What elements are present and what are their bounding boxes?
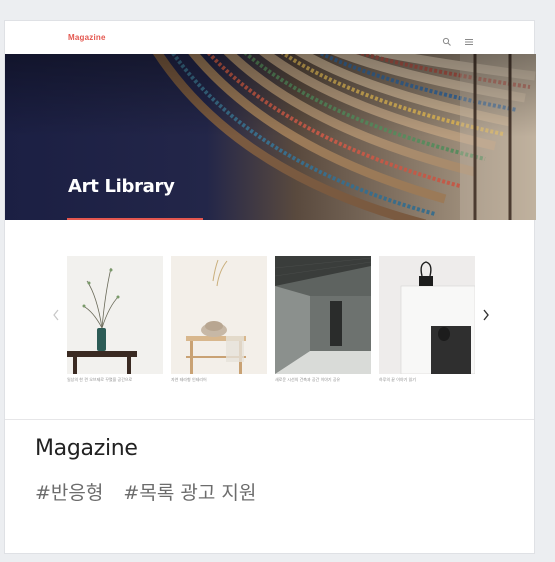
- search-icon[interactable]: [442, 32, 452, 46]
- image-carousel: 일상의 한 켠 오브제로 꾸몄을 공간으로 자연 테라형 인테리어 새로운 시선…: [5, 251, 536, 391]
- chevron-right-icon[interactable]: [479, 306, 493, 324]
- template-card[interactable]: Magazine Art Library 일상의 한 켠 오브제로 꾸몄을 공간…: [4, 20, 536, 554]
- site-logo[interactable]: Magazine: [68, 33, 106, 42]
- vase-with-branches-image: [67, 256, 163, 374]
- concrete-room-image: [275, 256, 371, 374]
- hero-banner[interactable]: Art Library: [5, 54, 536, 220]
- hamburger-menu-icon[interactable]: [464, 32, 474, 45]
- hero-title: Art Library: [68, 176, 175, 197]
- open-book-image: [379, 256, 475, 374]
- template-title: Magazine: [35, 436, 138, 461]
- carousel-item-caption: 새로운 시선의 건축과 공간 이야기 공유: [275, 377, 341, 382]
- tag-list: #반응형 #목록 광고 지원: [35, 478, 270, 505]
- carousel-item[interactable]: [67, 256, 163, 374]
- flowers-on-stool-image: [171, 256, 267, 374]
- hero-accent-underline: [67, 218, 203, 220]
- carousel-item-caption: 하루의 끝 이야기 읽기: [379, 377, 416, 382]
- tag-list-ad-support[interactable]: #목록 광고 지원: [123, 482, 256, 504]
- carousel-item-caption: 자연 테라형 인테리어: [171, 377, 207, 382]
- top-navigation: Magazine: [5, 21, 534, 55]
- carousel-item-caption: 일상의 한 켠 오브제로 꾸몄을 공간으로: [67, 377, 133, 382]
- chevron-left-icon[interactable]: [49, 306, 63, 324]
- section-divider: [5, 419, 534, 420]
- carousel-item[interactable]: [275, 256, 371, 374]
- carousel-item[interactable]: [379, 256, 475, 374]
- tag-responsive[interactable]: #반응형: [35, 482, 103, 504]
- carousel-item[interactable]: [171, 256, 267, 374]
